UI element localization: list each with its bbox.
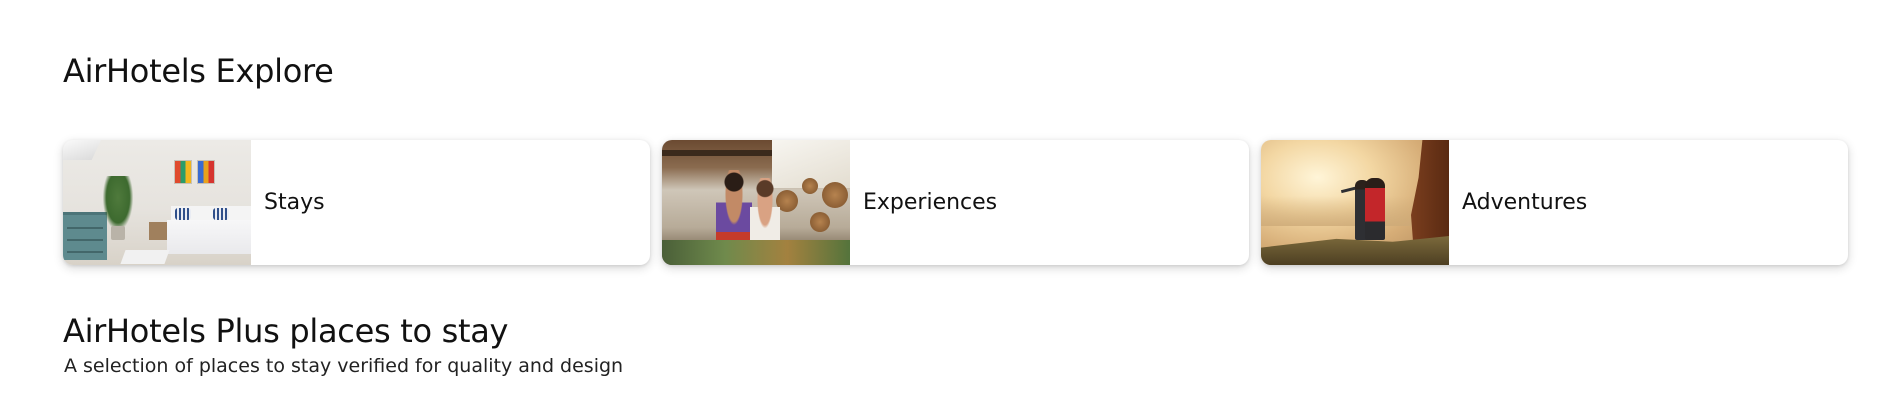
category-card-experiences[interactable]: Experiences — [662, 140, 1249, 265]
category-card-label: Stays — [264, 190, 325, 215]
plus-section-title: AirHotels Plus places to stay — [63, 312, 509, 350]
explore-page: AirHotels Explore Stays Experiences Adve… — [0, 0, 1895, 405]
experiences-thumbnail-image — [662, 140, 850, 265]
plus-section-subtitle: A selection of places to stay verified f… — [64, 355, 624, 377]
adventures-thumbnail-image — [1261, 140, 1449, 265]
category-card-stays[interactable]: Stays — [63, 140, 650, 265]
category-card-adventures[interactable]: Adventures — [1261, 140, 1848, 265]
category-card-label: Adventures — [1462, 190, 1588, 215]
stays-thumbnail-image — [63, 140, 251, 265]
explore-category-cards: Stays Experiences Adventures — [63, 140, 1848, 265]
explore-section-title: AirHotels Explore — [63, 52, 334, 90]
category-card-label: Experiences — [863, 190, 998, 215]
